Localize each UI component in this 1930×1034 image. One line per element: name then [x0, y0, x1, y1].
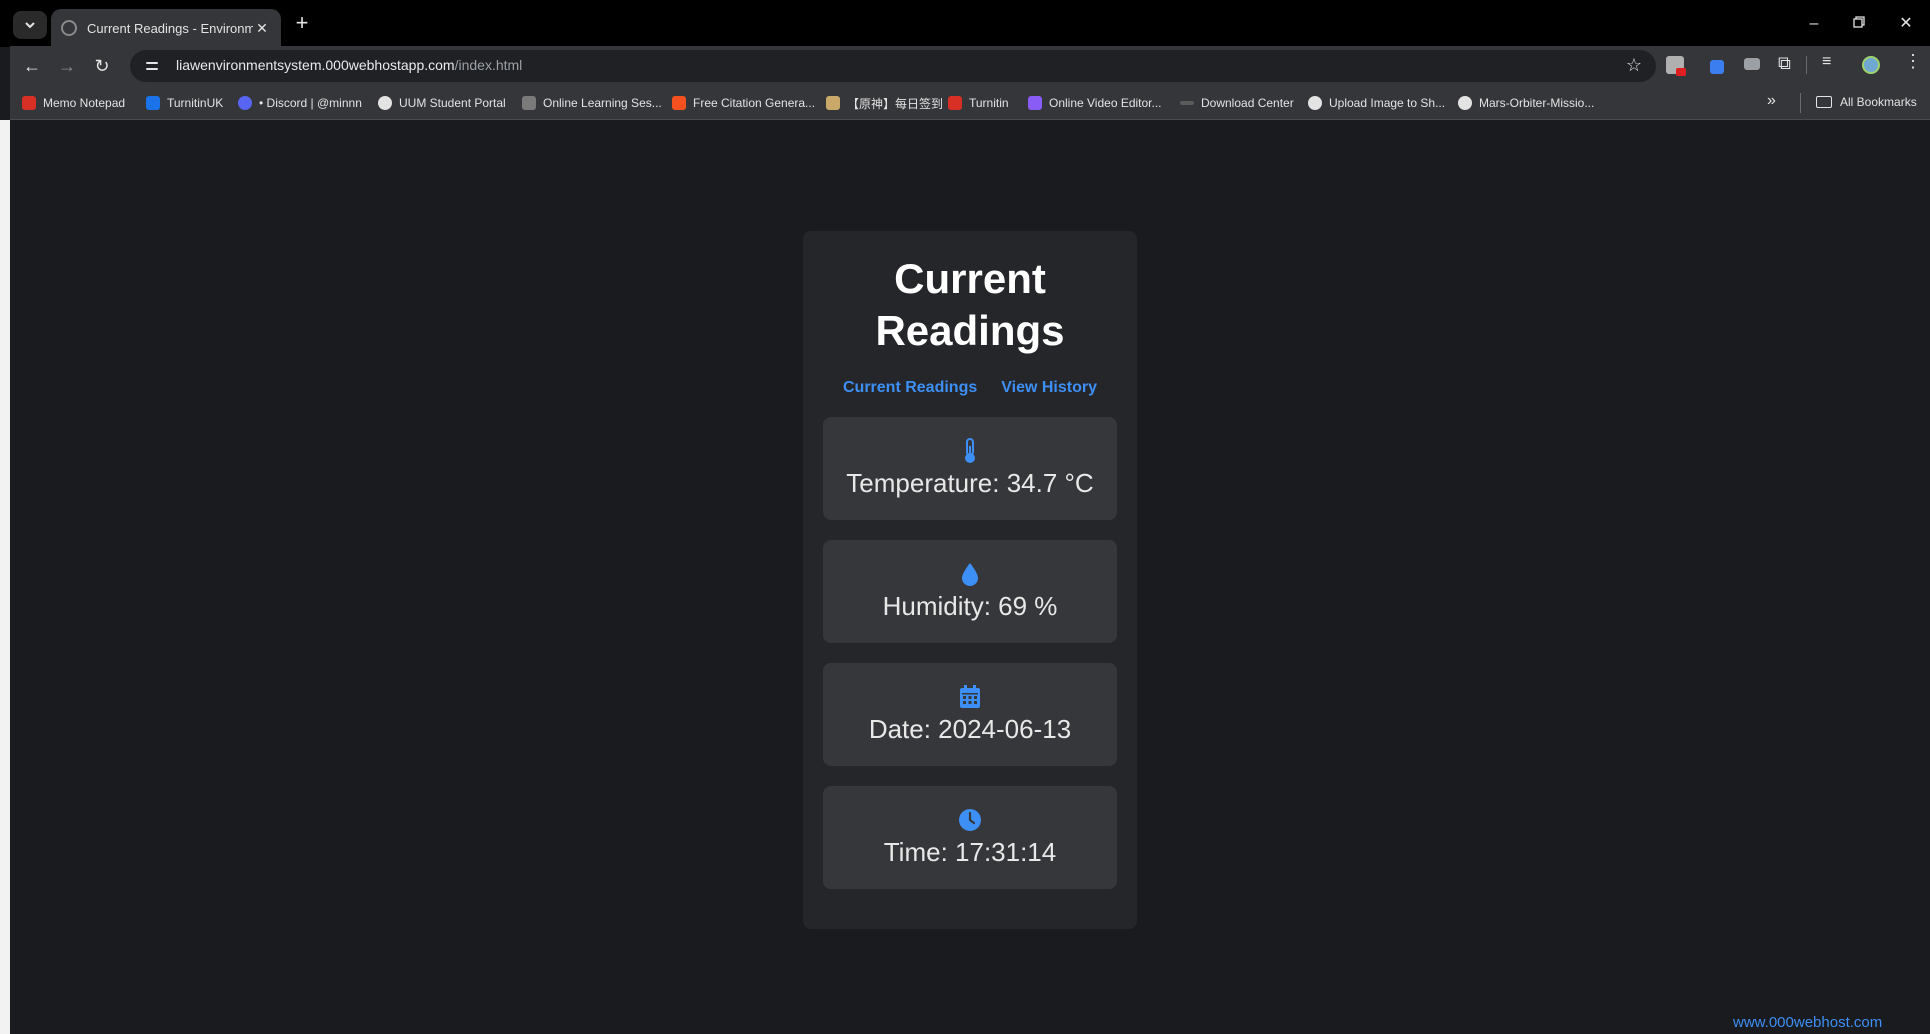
browser-toolbar: ← → ↻ liawenvironmentsystem.000webhostap… — [10, 46, 1930, 86]
time-value: Time: 17:31:14 — [883, 837, 1057, 867]
view-history-link[interactable]: View History — [1001, 379, 1097, 397]
humidity-value: Humidity: 69 % — [882, 591, 1058, 621]
extension-icon[interactable] — [1666, 56, 1686, 76]
thermometer-icon — [965, 438, 975, 463]
media-queue-icon[interactable]: ≡ — [1822, 53, 1840, 71]
forward-button[interactable]: → — [55, 54, 79, 78]
bookmark-item[interactable]: UUM Student Portal — [378, 95, 506, 111]
avatar[interactable] — [1862, 56, 1880, 74]
tab-current-readings[interactable]: Current Readings - Environment ✕ — [51, 9, 281, 47]
page-nav: Current Readings View History — [823, 379, 1117, 397]
genshin-icon — [826, 96, 840, 110]
bookmark-item[interactable]: Download Center — [1180, 95, 1294, 111]
site-info-icon[interactable] — [144, 58, 160, 74]
bookmark-item[interactable]: Memo Notepad — [22, 95, 125, 111]
calendar-icon — [960, 685, 980, 708]
graduation-cap-icon — [672, 96, 686, 110]
reload-button[interactable]: ↻ — [90, 54, 114, 78]
temperature-value: Temperature: 34.7 °C — [846, 468, 1094, 498]
bookmarks-bar: Memo Notepad TurnitinUK • Discord | @min… — [10, 86, 1930, 120]
date-value: Date: 2024-06-13 — [868, 714, 1072, 744]
moodle-icon — [522, 96, 536, 110]
bookmark-item[interactable]: Free Citation Genera... — [672, 95, 815, 111]
discord-icon — [238, 96, 252, 110]
time-tile: Time: 17:31:14 — [823, 786, 1117, 889]
bookmarks-divider — [1800, 93, 1801, 113]
bookmark-item[interactable]: TurnitinUK — [146, 95, 223, 111]
new-tab-button[interactable]: + — [292, 12, 312, 34]
upload-icon — [1308, 96, 1322, 110]
globe-icon — [378, 96, 392, 110]
bookmark-item[interactable]: Mars-Orbiter-Missio... — [1458, 95, 1594, 111]
tab-title: Current Readings - Environment — [87, 20, 253, 36]
close-icon[interactable]: ✕ — [253, 20, 271, 37]
camera-icon[interactable] — [1744, 58, 1760, 70]
readings-card: Current Readings Current Readings View H… — [803, 231, 1137, 929]
address-bar[interactable]: liawenvironmentsystem.000webhostapp.com/… — [130, 50, 1656, 82]
temperature-tile: Temperature: 34.7 °C — [823, 417, 1117, 520]
turnitin-red-icon — [948, 96, 962, 110]
chevron-down-icon — [25, 22, 35, 29]
bookmark-item[interactable]: Upload Image to Sh... — [1308, 95, 1445, 111]
humidity-tile: Humidity: 69 % — [823, 540, 1117, 643]
bookmark-item[interactable]: Turnitin — [948, 95, 1009, 111]
turnitin-icon — [146, 96, 160, 110]
water-drop-icon — [962, 563, 978, 586]
bookmark-item[interactable]: • Discord | @minnn — [238, 95, 362, 111]
back-button[interactable]: ← — [20, 54, 44, 78]
window-close-icon[interactable]: ✕ — [1895, 13, 1917, 35]
video-editor-icon — [1028, 96, 1042, 110]
date-tile: Date: 2024-06-13 — [823, 663, 1117, 766]
browser-window: Current Readings - Environment ✕ + – ✕ ←… — [0, 0, 1930, 1034]
tab-strip: Current Readings - Environment ✕ + – ✕ — [0, 0, 1930, 47]
bookmark-star-icon[interactable]: ☆ — [1626, 55, 1642, 76]
restore-icon[interactable] — [1848, 13, 1870, 35]
puzzle-icon[interactable]: ⧉ — [1778, 53, 1796, 73]
all-bookmarks-button[interactable]: All Bookmarks — [1816, 95, 1917, 109]
download-icon — [1180, 101, 1194, 105]
bookmark-item[interactable]: Online Video Editor... — [1028, 95, 1162, 111]
bookmark-item[interactable]: 【原神】每日签到 — [826, 95, 943, 111]
current-readings-link[interactable]: Current Readings — [843, 379, 977, 397]
webhost-badge-link[interactable]: www.000webhost.com — [1733, 1014, 1882, 1031]
more-bookmarks-icon[interactable]: » — [1767, 92, 1776, 110]
clock-icon — [959, 809, 981, 831]
menu-icon[interactable]: ⋮ — [1904, 51, 1922, 71]
extension-icon-2[interactable] — [1710, 60, 1724, 74]
side-panel-edge — [0, 120, 10, 1034]
bookmark-item[interactable]: Online Learning Ses... — [522, 95, 662, 111]
url-text[interactable]: liawenvironmentsystem.000webhostapp.com/… — [176, 57, 522, 73]
page-viewport: Current Readings Current Readings View H… — [10, 120, 1930, 1034]
globe-icon — [61, 20, 77, 36]
page-title: Current Readings — [875, 255, 1065, 354]
notepad-icon — [22, 96, 36, 110]
toolbar-divider — [1806, 56, 1807, 74]
tab-search-button[interactable] — [13, 11, 47, 39]
minimize-icon[interactable]: – — [1803, 13, 1825, 35]
github-icon — [1458, 96, 1472, 110]
folder-icon — [1816, 96, 1832, 108]
